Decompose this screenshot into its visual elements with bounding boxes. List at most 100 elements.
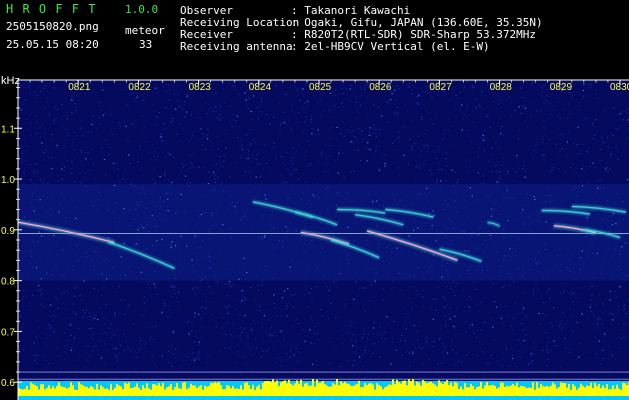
noise-pixel bbox=[199, 127, 201, 129]
noise-pixel bbox=[87, 152, 89, 154]
noise-pixel bbox=[421, 119, 423, 121]
noise-pixel bbox=[70, 348, 73, 350]
noise-pixel bbox=[350, 325, 352, 327]
noise-pixel bbox=[331, 144, 333, 146]
level-bar bbox=[566, 387, 568, 396]
noise-pixel bbox=[222, 224, 224, 226]
noise-pixel bbox=[340, 272, 342, 274]
noise-pixel bbox=[124, 313, 126, 315]
noise-pixel bbox=[288, 162, 291, 164]
level-bar bbox=[146, 383, 148, 396]
noise-pixel bbox=[579, 343, 582, 345]
noise-pixel bbox=[281, 315, 283, 317]
noise-pixel bbox=[204, 135, 207, 137]
noise-pixel bbox=[34, 185, 36, 187]
noise-pixel bbox=[438, 338, 440, 340]
noise-pixel bbox=[383, 332, 386, 334]
noise-pixel bbox=[405, 328, 407, 330]
noise-pixel bbox=[479, 227, 481, 229]
noise-pixel bbox=[164, 172, 166, 174]
noise-pixel bbox=[386, 316, 388, 318]
noise-pixel bbox=[131, 184, 133, 186]
noise-pixel bbox=[362, 287, 364, 289]
noise-pixel bbox=[230, 286, 232, 288]
noise-pixel bbox=[612, 314, 615, 316]
noise-pixel bbox=[616, 193, 618, 195]
noise-pixel bbox=[29, 164, 32, 166]
noise-pixel bbox=[547, 359, 549, 361]
noise-pixel bbox=[282, 162, 285, 164]
noise-pixel bbox=[503, 229, 505, 231]
noise-pixel bbox=[138, 349, 140, 351]
noise-pixel bbox=[197, 358, 200, 360]
noise-pixel bbox=[151, 355, 154, 357]
level-bar bbox=[118, 385, 120, 396]
level-bar bbox=[160, 386, 162, 396]
noise-pixel bbox=[82, 135, 84, 137]
level-bar bbox=[36, 386, 38, 396]
level-bar bbox=[90, 386, 92, 396]
noise-pixel bbox=[388, 262, 391, 264]
noise-pixel bbox=[619, 113, 621, 115]
noise-pixel bbox=[361, 337, 363, 339]
noise-pixel bbox=[423, 251, 426, 253]
noise-pixel bbox=[350, 84, 352, 86]
noise-pixel bbox=[310, 316, 312, 318]
noise-pixel bbox=[587, 175, 589, 177]
noise-pixel bbox=[223, 160, 225, 162]
noise-pixel bbox=[466, 354, 468, 356]
noise-pixel bbox=[45, 344, 47, 346]
noise-pixel bbox=[143, 227, 145, 229]
noise-pixel bbox=[143, 193, 146, 195]
noise-pixel bbox=[62, 249, 65, 251]
noise-pixel bbox=[417, 102, 419, 104]
noise-pixel bbox=[623, 308, 626, 310]
noise-pixel bbox=[378, 167, 380, 169]
noise-pixel bbox=[172, 285, 174, 287]
noise-pixel bbox=[406, 110, 409, 112]
level-bar bbox=[270, 381, 272, 396]
noise-pixel bbox=[408, 258, 411, 260]
noise-pixel bbox=[28, 263, 30, 265]
level-bar bbox=[320, 382, 322, 396]
noise-pixel bbox=[168, 85, 170, 87]
noise-pixel bbox=[24, 80, 27, 82]
noise-pixel bbox=[139, 225, 142, 227]
noise-pixel bbox=[444, 315, 446, 317]
level-bar bbox=[210, 382, 212, 396]
noise-pixel bbox=[198, 166, 200, 168]
noise-pixel bbox=[483, 139, 485, 141]
noise-pixel bbox=[533, 215, 535, 217]
level-bar bbox=[228, 385, 230, 396]
noise-pixel bbox=[369, 149, 371, 151]
noise-pixel bbox=[227, 321, 230, 323]
noise-pixel bbox=[397, 114, 399, 116]
noise-pixel bbox=[246, 272, 248, 274]
noise-pixel bbox=[320, 189, 322, 191]
noise-pixel bbox=[272, 277, 274, 279]
noise-pixel bbox=[375, 150, 377, 152]
noise-pixel bbox=[172, 286, 174, 288]
noise-pixel bbox=[270, 327, 273, 329]
noise-pixel bbox=[423, 145, 425, 147]
noise-pixel bbox=[76, 135, 78, 137]
noise-pixel bbox=[379, 199, 381, 201]
noise-pixel bbox=[245, 343, 247, 345]
noise-pixel bbox=[167, 198, 169, 200]
noise-pixel bbox=[531, 360, 534, 362]
noise-pixel bbox=[286, 315, 288, 317]
noise-pixel bbox=[441, 186, 443, 188]
noise-pixel bbox=[568, 130, 570, 132]
noise-pixel bbox=[478, 255, 480, 257]
noise-pixel bbox=[461, 104, 463, 106]
noise-pixel bbox=[576, 144, 578, 146]
level-bar bbox=[168, 386, 170, 396]
noise-pixel bbox=[457, 97, 459, 99]
level-bar bbox=[512, 383, 514, 396]
noise-pixel bbox=[549, 229, 551, 231]
noise-pixel bbox=[170, 234, 172, 236]
noise-pixel bbox=[208, 171, 210, 173]
noise-pixel bbox=[161, 136, 163, 138]
noise-pixel bbox=[129, 209, 131, 211]
noise-pixel bbox=[195, 289, 197, 291]
